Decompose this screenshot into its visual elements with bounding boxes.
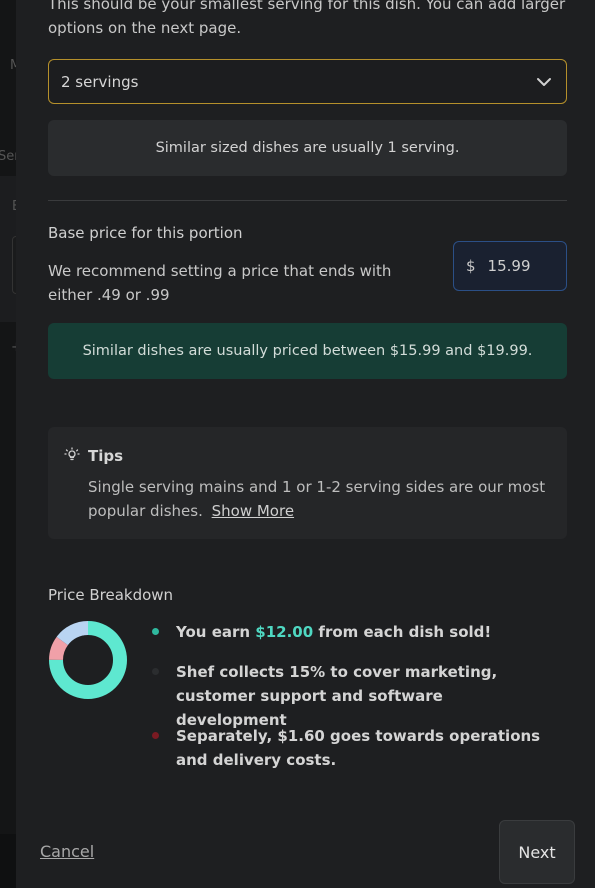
- price-value[interactable]: 15.99: [488, 257, 531, 275]
- serving-size-value: 2 servings: [61, 72, 139, 91]
- tips-title: Tips: [88, 447, 124, 465]
- serving-intro-text: This should be your smallest serving for…: [48, 0, 566, 37]
- background-footer: [0, 834, 16, 888]
- currency-symbol: $: [466, 257, 476, 275]
- tips-body: Single serving mains and 1 or 1-2 servin…: [88, 475, 548, 523]
- shef-line: Shef collects 15% to cover marketing, cu…: [176, 663, 498, 729]
- earn-legend-dot: [152, 628, 159, 635]
- serving-size-select[interactable]: 2 servings: [48, 59, 567, 104]
- earn-amount: $12.00: [255, 623, 314, 641]
- tips-card: Tips Single serving mains and 1 or 1-2 s…: [48, 427, 567, 539]
- next-button[interactable]: Next: [499, 820, 575, 884]
- earn-suffix: from each dish sold!: [318, 623, 492, 641]
- earn-prefix: You earn: [176, 623, 251, 641]
- ops-line: Separately, $1.60 goes towards operation…: [176, 727, 541, 769]
- chevron-down-icon: [537, 78, 551, 86]
- base-price-input[interactable]: $ 15.99: [453, 241, 567, 291]
- serving-similar-note: Similar sized dishes are usually 1 servi…: [48, 120, 567, 176]
- price-breakdown-donut: [49, 621, 127, 699]
- dish-pricing-modal: This should be your smallest serving for…: [16, 0, 595, 888]
- base-price-label: Base price for this portion: [48, 224, 243, 242]
- show-more-link[interactable]: Show More: [212, 502, 294, 520]
- tips-text: Single serving mains and 1 or 1-2 servin…: [88, 478, 546, 520]
- section-divider: [48, 200, 567, 201]
- price-hint-text: We recommend setting a price that ends w…: [48, 262, 392, 304]
- background-text: Ser: [0, 149, 16, 164]
- price-similar-note: Similar dishes are usually priced betwee…: [48, 323, 567, 379]
- ops-legend-dot: [152, 732, 159, 739]
- shef-legend-dot: [152, 668, 159, 675]
- earn-line: You earn $12.00 from each dish sold!: [176, 620, 556, 644]
- background-page: M Ser B +: [0, 0, 16, 888]
- cancel-button[interactable]: Cancel: [40, 842, 94, 861]
- lightbulb-icon: [64, 447, 80, 461]
- price-breakdown-title: Price Breakdown: [48, 586, 174, 604]
